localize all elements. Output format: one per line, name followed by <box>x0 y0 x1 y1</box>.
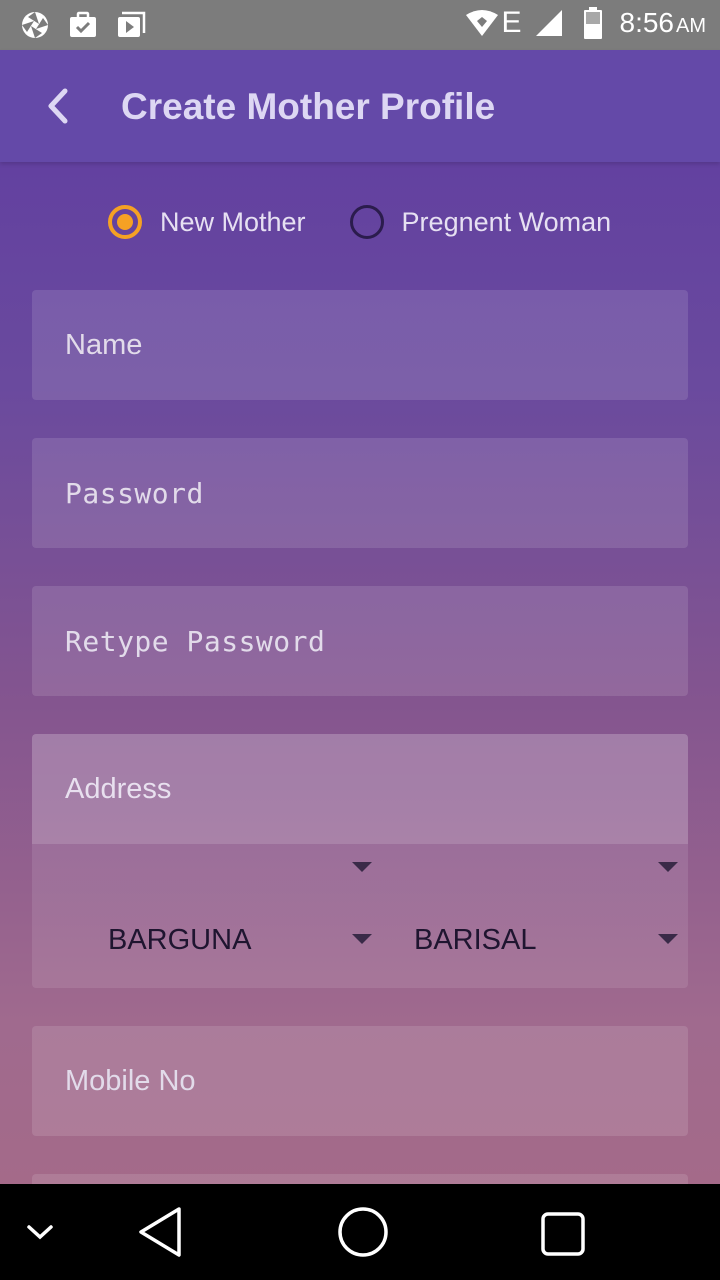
nav-home-button[interactable] <box>333 1202 393 1262</box>
wifi-icon <box>465 7 499 39</box>
dropdown-arrow-icon <box>352 862 372 872</box>
nav-back-button[interactable] <box>130 1202 190 1262</box>
mobile-field[interactable]: Mobile No <box>32 1026 688 1136</box>
hide-keyboard-button[interactable] <box>20 1212 60 1252</box>
upper-right-spinner[interactable] <box>376 844 688 888</box>
password-placeholder: Password <box>65 476 204 510</box>
radio-label-pregnant-woman: Pregnent Woman <box>401 206 612 237</box>
network-type-label: E <box>501 6 522 39</box>
dropdown-arrow-icon <box>352 934 372 944</box>
signal-icon <box>532 7 566 39</box>
password-field[interactable]: Password <box>32 438 688 548</box>
clock-time: 8:56 <box>619 7 675 38</box>
retype-password-placeholder: Retype Password <box>65 624 326 658</box>
radio-pregnant-woman[interactable]: Pregnent Woman <box>349 205 612 239</box>
address-field[interactable]: Address <box>32 734 688 844</box>
upper-left-spinner[interactable] <box>32 844 376 888</box>
back-button[interactable] <box>36 80 80 132</box>
aperture-icon <box>18 9 52 41</box>
profile-type-radio-group: New Mother Pregnent Woman <box>108 205 611 239</box>
radio-label-new-mother: New Mother <box>160 206 306 237</box>
retype-password-field[interactable]: Retype Password <box>32 586 688 696</box>
clock-ampm: AM <box>676 15 706 37</box>
system-nav-bar <box>0 1184 720 1280</box>
battery-icon <box>576 7 610 39</box>
district-spinner[interactable]: BARGUNA <box>32 908 376 968</box>
name-placeholder: Name <box>65 328 143 361</box>
name-field[interactable]: Name <box>32 290 688 400</box>
dropdown-arrow-icon <box>658 934 678 944</box>
next-field-partial[interactable] <box>32 1174 688 1184</box>
back-arrow-icon <box>48 88 68 124</box>
address-placeholder: Address <box>65 772 172 805</box>
address-block: Address BARGUNA BARISAL <box>32 734 688 988</box>
nav-recents-button[interactable] <box>533 1204 593 1264</box>
page-title: Create Mother Profile <box>121 86 496 127</box>
play-store-icon <box>114 9 148 41</box>
app-toolbar: Create Mother Profile <box>0 50 720 162</box>
task-bag-icon <box>66 9 100 41</box>
dropdown-arrow-icon <box>658 862 678 872</box>
status-bar: E 8:56 AM <box>0 0 720 50</box>
circle-home-icon <box>338 1207 388 1257</box>
radio-unchecked-icon <box>349 205 384 239</box>
clock: 8:56 AM <box>620 7 707 39</box>
division-spinner-value: BARISAL <box>414 924 537 956</box>
triangle-back-icon <box>139 1207 181 1257</box>
square-recents-icon <box>541 1212 585 1256</box>
chevron-down-icon <box>27 1225 53 1240</box>
radio-checked-icon <box>108 205 142 239</box>
radio-new-mother[interactable]: New Mother <box>108 205 306 239</box>
district-spinner-value: BARGUNA <box>108 924 252 956</box>
division-spinner[interactable]: BARISAL <box>376 908 688 968</box>
mobile-placeholder: Mobile No <box>65 1064 196 1097</box>
